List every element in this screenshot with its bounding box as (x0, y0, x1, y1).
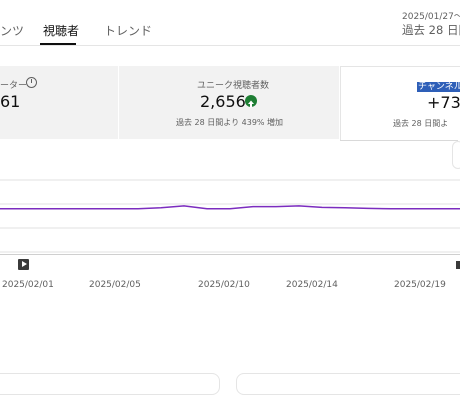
x-tick-label: 2025/02/01 (2, 280, 54, 290)
tab-audience[interactable]: 視聴者 (43, 22, 79, 39)
arrow-up-icon (245, 95, 257, 108)
chart-scrubber-track[interactable] (0, 254, 460, 255)
card-subtitle: 過去 28 日間より 439% 増加 (176, 118, 284, 127)
side-panel-edge (452, 141, 460, 169)
bottom-card-left (0, 373, 220, 395)
x-tick-label: 2025/02/19 (394, 280, 446, 290)
card-shadow (340, 140, 458, 141)
card-title: チャンネル (417, 79, 460, 92)
card-value: 61 (0, 92, 21, 111)
selected-text: チャンネル (417, 82, 460, 92)
date-range-dates[interactable]: 2025/01/27～2 (402, 9, 460, 22)
card-value: 2,656 (200, 92, 246, 111)
card-value: +73 (427, 93, 460, 112)
clock-icon (26, 77, 37, 88)
tab-trends[interactable]: トレンド (104, 22, 152, 39)
card-title: ーター (0, 81, 28, 91)
tabs-divider (0, 45, 460, 46)
x-tick-label: 2025/02/05 (89, 280, 141, 290)
card-title: ユニーク視聴者数 (197, 81, 270, 91)
x-tick-label: 2025/02/10 (198, 280, 250, 290)
x-tick-label: 2025/02/14 (286, 280, 338, 290)
date-range-label[interactable]: 過去 28 日間 (402, 22, 460, 38)
series-line (0, 205, 460, 210)
card-subtitle: 過去 28 日間よ (393, 119, 449, 128)
tab-content[interactable]: ンツ (0, 22, 24, 39)
metric-card-unique-viewers[interactable]: ユニーク視聴者数 2,656 過去 28 日間より 439% 増加 (119, 66, 339, 139)
scrubber-end-handle[interactable] (456, 261, 460, 269)
bottom-card-right (236, 373, 460, 395)
metric-card-watchers[interactable]: ーター 61 (0, 66, 118, 139)
metric-card-channel[interactable]: チャンネル +73 過去 28 日間よ (340, 66, 460, 140)
play-icon[interactable] (18, 259, 29, 270)
line-chart (0, 179, 460, 253)
